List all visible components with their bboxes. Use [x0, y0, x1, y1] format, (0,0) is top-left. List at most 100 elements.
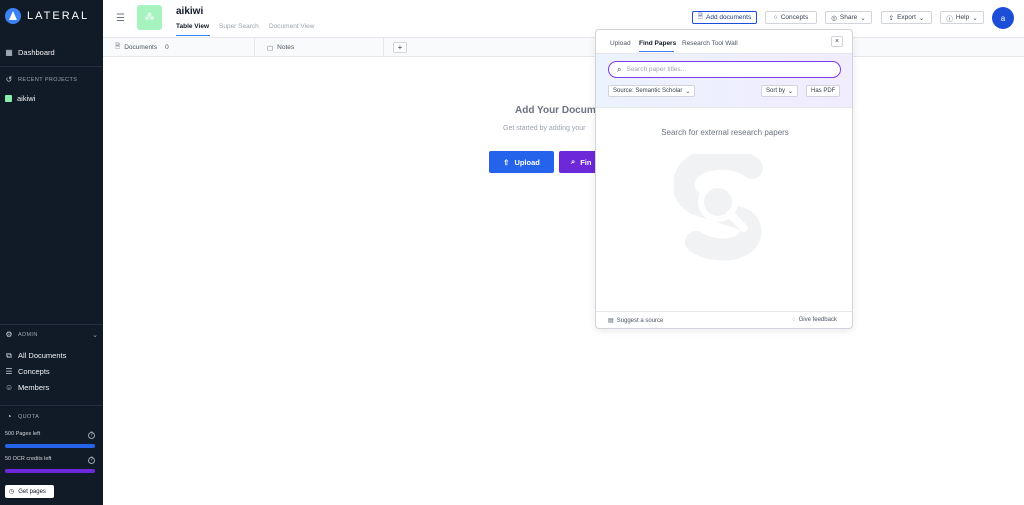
- tab-document-view[interactable]: Document View: [269, 23, 314, 30]
- document-icon: 🗎: [697, 13, 704, 20]
- sidebar-item-label: Dashboard: [18, 48, 55, 57]
- admin-section-toggle[interactable]: ⚙ ADMIN ⌄: [5, 330, 98, 340]
- chevron-down-icon: ⌄: [92, 332, 98, 339]
- empty-state-title: Add Your Docume: [515, 105, 602, 116]
- get-pages-button[interactable]: ◷ Get pages: [5, 485, 54, 498]
- sidebar-item-label: All Documents: [18, 351, 67, 360]
- add-documents-button[interactable]: 🗎 Add documents: [692, 11, 757, 24]
- app-name: LATERAL: [27, 10, 90, 22]
- list-icon: ☰: [5, 366, 13, 376]
- recent-projects-heading: ↺ RECENT PROJECTS: [5, 76, 77, 84]
- source-select[interactable]: Source: Semantic Scholar ⌄: [608, 85, 696, 97]
- active-tab-indicator: [639, 51, 674, 52]
- button-label: Help: [955, 14, 970, 21]
- section-heading: ADMIN: [18, 332, 38, 338]
- lateral-logo-icon: [5, 8, 21, 24]
- tab-upload[interactable]: Upload: [610, 40, 631, 47]
- search-hint: Search for external research papers: [661, 128, 789, 137]
- page-title: aikiwi: [176, 6, 204, 17]
- chevron-down-icon: ⌄: [972, 14, 978, 22]
- button-label: Upload: [514, 157, 540, 167]
- upload-icon: ⇧: [503, 157, 510, 167]
- grid-icon: ▦: [5, 47, 13, 57]
- select-label: Sort by: [766, 88, 786, 94]
- column-label: Notes: [277, 44, 295, 51]
- sidebar-divider: [0, 66, 103, 67]
- button-label: Export: [897, 14, 916, 21]
- book-icon: ▤: [608, 318, 614, 324]
- project-color-icon: [5, 95, 12, 102]
- column-notes[interactable]: ▢ Notes: [255, 38, 384, 57]
- export-icon: ⇪: [888, 14, 895, 22]
- menu-icon[interactable]: ☰: [116, 13, 125, 24]
- sidebar-item-label: Concepts: [18, 367, 50, 376]
- export-button[interactable]: ⇪ Export ⌄: [881, 11, 932, 24]
- button-label: Share: [839, 14, 858, 21]
- give-feedback-link[interactable]: ◌ Give feedback: [792, 317, 837, 323]
- filter-label: Has PDF: [811, 88, 836, 94]
- add-column-button[interactable]: +: [393, 42, 407, 53]
- ocr-quota-bar: [5, 469, 95, 473]
- active-tab-indicator: [176, 35, 210, 36]
- history-icon: ↺: [5, 75, 13, 84]
- upload-button[interactable]: ⇧ Upload: [489, 151, 554, 173]
- quota-icon: ◔: [6, 412, 12, 421]
- close-button[interactable]: ×: [831, 36, 843, 47]
- quota-heading: ◔ QUOTA: [5, 413, 39, 421]
- get-pages-label: Get pages: [18, 488, 46, 495]
- section-heading: RECENT PROJECTS: [18, 77, 78, 83]
- has-pdf-filter[interactable]: Has PDF: [806, 85, 841, 97]
- popover-footer: ▤ Suggest a source ◌ Give feedback: [596, 311, 852, 328]
- help-icon[interactable]: ?: [88, 457, 95, 464]
- paper-search-input[interactable]: [626, 66, 827, 73]
- search-icon: ⌕: [571, 157, 576, 166]
- sidebar-item-members[interactable]: ☺ Members: [5, 383, 49, 392]
- search-panel: ⌕ Source: Semantic Scholar ⌄ Sort by ⌄ H…: [596, 53, 852, 108]
- sidebar-item-dashboard[interactable]: ▦ Dashboard: [5, 47, 55, 57]
- sidebar-item-project[interactable]: aikiwi: [5, 94, 35, 103]
- ocr-quota-track: [5, 469, 95, 473]
- chevron-down-icon: ⌄: [860, 14, 866, 22]
- chevron-down-icon: ⌄: [918, 14, 925, 22]
- button-label: Fin: [580, 157, 592, 167]
- sidebar-item-all-documents[interactable]: ⧉ All Documents: [5, 351, 66, 360]
- sidebar-item-concepts[interactable]: ☰ Concepts: [5, 366, 50, 376]
- project-thumbnail[interactable]: ⁂: [137, 5, 162, 30]
- app-logo[interactable]: LATERAL: [5, 8, 89, 24]
- chevron-down-icon: ⌄: [685, 88, 691, 95]
- concepts-button[interactable]: ○ Concepts: [765, 11, 817, 24]
- sidebar-divider: [0, 405, 103, 406]
- clock-icon: ◷: [9, 489, 15, 495]
- link-label: Give feedback: [798, 317, 837, 323]
- chevron-down-icon: ⌄: [788, 88, 794, 95]
- pages-left-label: 500 Pages left: [5, 431, 41, 437]
- project-logo-icon: ⁂: [144, 12, 155, 23]
- sidebar-item-label: aikiwi: [17, 94, 36, 103]
- suggest-source-link[interactable]: ▤ Suggest a source: [608, 317, 663, 325]
- documents-icon: ⧉: [6, 350, 12, 360]
- document-count: 0: [165, 44, 169, 51]
- search-icon: ⌕: [617, 64, 622, 74]
- help-button[interactable]: ⓘ Help ⌄: [940, 11, 984, 24]
- column-label: Documents: [124, 44, 158, 51]
- tab-find-papers[interactable]: Find Papers: [639, 40, 676, 47]
- sort-by-select[interactable]: Sort by ⌄: [761, 85, 799, 97]
- circle-icon: ○: [773, 14, 778, 21]
- section-heading: QUOTA: [18, 414, 40, 420]
- share-button[interactable]: ◎ Share ⌄: [825, 11, 872, 24]
- help-icon[interactable]: ?: [88, 432, 95, 439]
- note-icon: ▢: [267, 44, 274, 52]
- button-label: Add documents: [706, 14, 752, 21]
- add-documents-popover: Upload Find Papers Research Tool Wall × …: [595, 29, 853, 329]
- paper-search-box[interactable]: ⌕: [608, 61, 841, 78]
- avatar[interactable]: a: [992, 7, 1014, 29]
- semantic-scholar-watermark-icon: [674, 154, 763, 261]
- pages-quota-bar: [5, 444, 95, 448]
- tab-super-search[interactable]: Super Search: [219, 23, 259, 30]
- gear-icon: ⚙: [5, 330, 13, 339]
- tab-table-view[interactable]: Table View: [176, 23, 209, 30]
- column-documents[interactable]: 🗎 Documents 0: [103, 38, 255, 57]
- sidebar: LATERAL ▦ Dashboard ↺ RECENT PROJECTS ai…: [0, 0, 103, 505]
- tab-research-tool-wall[interactable]: Research Tool Wall: [682, 40, 738, 47]
- users-icon: ☺: [5, 382, 14, 392]
